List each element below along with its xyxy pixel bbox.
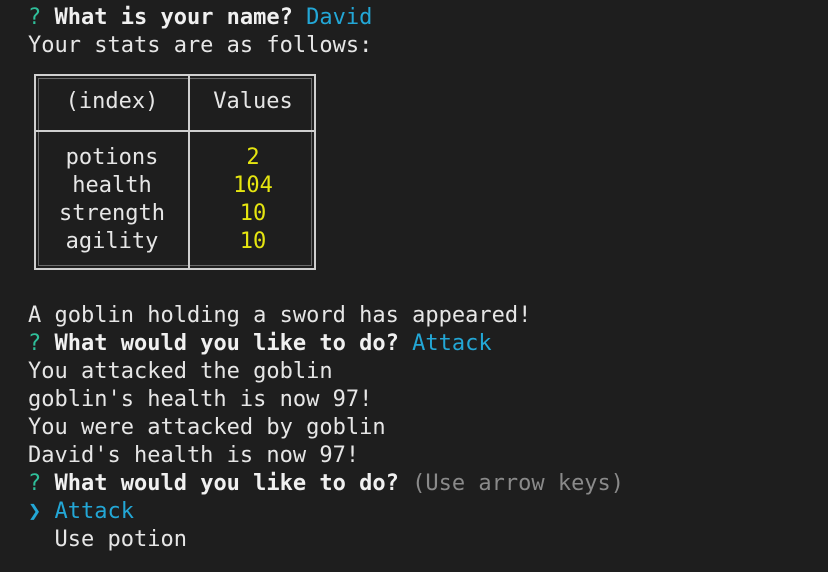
row-key-agility: agility: [65, 229, 159, 254]
question-marker: ?: [28, 331, 42, 356]
selection-cursor-icon: ❯: [28, 499, 42, 524]
option-attack[interactable]: ❯ Attack: [28, 498, 828, 526]
player-health-line: David's health is now 97!: [28, 443, 360, 468]
header-divider: [36, 130, 314, 132]
stats-table-wrap: (index) Values potions 2 health 104 stre…: [28, 74, 828, 302]
stats-intro: Your stats are as follows:: [28, 33, 373, 58]
terminal-output: ? What is your name? David Your stats ar…: [28, 4, 828, 554]
row-key-potions: potions: [65, 145, 159, 170]
action-prompt-line-2: ? What would you like to do? (Use arrow …: [28, 470, 828, 498]
option-use-potion-label: Use potion: [54, 527, 187, 552]
stats-table: (index) Values potions 2 health 104 stre…: [34, 74, 316, 270]
attacked-goblin-line: You attacked the goblin: [28, 359, 333, 384]
question-marker: ?: [28, 471, 42, 496]
row-key-health: health: [72, 173, 152, 198]
attacked-by-goblin-line: You were attacked by goblin: [28, 415, 386, 440]
goblin-health-line: goblin's health is now 97!: [28, 387, 373, 412]
arrow-keys-hint: (Use arrow keys): [412, 471, 625, 496]
row-key-strength: strength: [59, 201, 165, 226]
row-value-potions: 2: [246, 145, 260, 170]
question-marker: ?: [28, 5, 42, 30]
name-question: What is your name?: [54, 5, 293, 30]
option-use-potion[interactable]: Use potion: [28, 526, 828, 554]
action-question: What would you like to do?: [54, 471, 399, 496]
name-prompt-line: ? What is your name? David: [28, 4, 828, 32]
row-value-health: 104: [233, 173, 273, 198]
action-question: What would you like to do?: [54, 331, 399, 356]
row-value-agility: 10: [239, 229, 267, 254]
name-answer: David: [306, 5, 373, 30]
option-attack-label: Attack: [54, 499, 134, 524]
header-index: (index): [65, 89, 159, 114]
action-prompt-line-1: ? What would you like to do? Attack: [28, 330, 828, 358]
goblin-appeared-line: A goblin holding a sword has appeared!: [28, 303, 532, 328]
action-answer: Attack: [412, 331, 492, 356]
header-values: Values: [213, 89, 293, 114]
row-value-strength: 10: [239, 201, 267, 226]
